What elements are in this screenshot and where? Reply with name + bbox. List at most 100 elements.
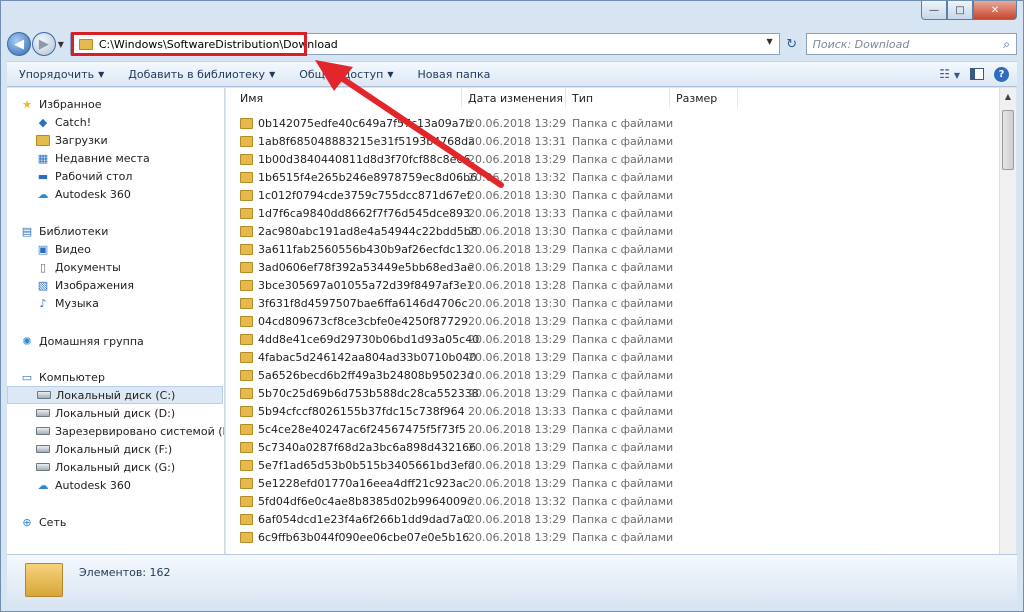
file-name-cell[interactable]: 4fabac5d246142aa804ad33b0710b040 [240, 348, 477, 366]
file-name-cell[interactable]: 1b6515f4e265b246e8978759ec8d06b6 [240, 168, 477, 186]
sidebar-item-recent[interactable]: ▦ Недавние места [35, 149, 150, 167]
sidebar-item-downloads[interactable]: Загрузки [35, 131, 108, 149]
recent-pages-dropdown[interactable]: ▼ [56, 40, 66, 49]
sidebar-item-catch[interactable]: ◆ Catch! [35, 113, 91, 131]
file-date: 20.06.2018 13:29 [468, 458, 567, 472]
table-row[interactable]: 1d7f6ca9840dd8662f7f76d545dce893 20.06.20… [226, 204, 996, 222]
table-row[interactable]: 1ab8f685048883215e31f5193b4768da 20.06.20… [226, 132, 996, 150]
table-row[interactable]: 5a6526becd6b2ff49a3b24808b95023d 20.06.20… [226, 366, 996, 384]
file-name-cell[interactable]: 5a6526becd6b2ff49a3b24808b95023d [240, 366, 474, 384]
sidebar-item-autodesk[interactable]: ☁ Autodesk 360 [35, 185, 131, 203]
table-row[interactable]: 4fabac5d246142aa804ad33b0710b040 20.06.20… [226, 348, 996, 366]
vertical-scrollbar[interactable]: ▲ [999, 88, 1016, 554]
maximize-button[interactable]: □ [947, 1, 973, 20]
share-button[interactable]: Общий доступ ▼ [287, 68, 405, 81]
table-row[interactable]: 5b70c25d69b6d753b588dc28ca552338 20.06.20… [226, 384, 996, 402]
sidebar-item-autodesk-computer[interactable]: ☁ Autodesk 360 [35, 476, 131, 494]
file-name-cell[interactable]: 5b94cfccf8026155b37fdc15c738f964 [240, 402, 465, 420]
help-icon[interactable]: ? [994, 66, 1009, 82]
file-name-cell[interactable]: 3ad0606ef78f392a53449e5bb68ed3ae [240, 258, 474, 276]
address-bar[interactable]: C:\Windows\SoftwareDistribution\Download… [69, 32, 780, 56]
sidebar-network[interactable]: ⊕ Сеть [19, 513, 66, 531]
organize-button[interactable]: Упорядочить ▼ [7, 68, 116, 81]
table-row[interactable]: 5e1228efd01770a16eea4dff21c923ac 20.06.20… [226, 474, 996, 492]
file-name-cell[interactable]: 3f631f8d4597507bae6ffa6146d4706c [240, 294, 468, 312]
column-header-type[interactable]: Тип [566, 88, 670, 108]
view-options-icon[interactable]: ☷ ▼ [939, 67, 960, 81]
minimize-button[interactable]: — [921, 1, 947, 20]
sidebar-favorites[interactable]: ★ Избранное [19, 95, 101, 113]
column-header-name[interactable]: Имя [234, 88, 462, 108]
file-name-cell[interactable]: 5b70c25d69b6d753b588dc28ca552338 [240, 384, 479, 402]
sidebar-computer[interactable]: ▭ Компьютер [19, 368, 105, 386]
column-header-size[interactable]: Размер [670, 88, 738, 108]
table-row[interactable]: 1b6515f4e265b246e8978759ec8d06b6 20.06.20… [226, 168, 996, 186]
file-name: 5e7f1ad65d53b0b515b3405661bd3efd [258, 458, 475, 472]
scroll-thumb[interactable] [1002, 110, 1014, 170]
sidebar-libraries[interactable]: ▤ Библиотеки [19, 222, 109, 240]
table-row[interactable]: 3ad0606ef78f392a53449e5bb68ed3ae 20.06.20… [226, 258, 996, 276]
file-name-cell[interactable]: 2ac980abc191ad8e4a54944c22bdd5b8 [240, 222, 478, 240]
file-name-cell[interactable]: 1b00d3840440811d8d3f70fcf88c8e06 [240, 150, 470, 168]
sidebar-item-drive-c[interactable]: Локальный диск (C:) [7, 386, 223, 404]
search-input[interactable]: Поиск: Download [813, 38, 910, 51]
file-name-cell[interactable]: 6af054dcd1e23f4a6f266b1dd9dad7a0 [240, 510, 470, 528]
table-row[interactable]: 3a611fab2560556b430b9af26ecfdc13 20.06.20… [226, 240, 996, 258]
file-name-cell[interactable]: 4dd8e41ce69d29730b06bd1d93a05c40 [240, 330, 479, 348]
table-row[interactable]: 5e7f1ad65d53b0b515b3405661bd3efd 20.06.20… [226, 456, 996, 474]
table-row[interactable]: 2ac980abc191ad8e4a54944c22bdd5b8 20.06.20… [226, 222, 996, 240]
sidebar-item-documents[interactable]: ▯ Документы [35, 258, 121, 276]
search-box[interactable]: Поиск: Download ⌕ [805, 33, 1017, 55]
sidebar-homegroup[interactable]: ✺ Домашняя группа [19, 332, 143, 350]
sidebar-item-drive-e[interactable]: Зарезервировано системой (E:) [35, 422, 224, 440]
new-folder-button[interactable]: Новая папка [405, 68, 502, 81]
file-name-cell[interactable]: 04cd809673cf8ce3cbfe0e4250f87729 [240, 312, 468, 330]
file-name-cell[interactable]: 3bce305697a01055a72d39f8497af3e1 [240, 276, 473, 294]
file-name-cell[interactable]: 5fd04df6e0c4ae8b8385d02b9964009c [240, 492, 473, 510]
file-name-cell[interactable]: 6c9ffb63b044f090ee06cbe07e0e5b16 [240, 528, 469, 546]
table-row[interactable]: 3f631f8d4597507bae6ffa6146d4706c 20.06.20… [226, 294, 996, 312]
file-name-cell[interactable]: 5e1228efd01770a16eea4dff21c923ac [240, 474, 469, 492]
table-row[interactable]: 6c9ffb63b044f090ee06cbe07e0e5b16 20.06.20… [226, 528, 996, 546]
address-highlight-box [70, 32, 307, 56]
sidebar-item-images[interactable]: ▧ Изображения [35, 276, 134, 294]
table-row[interactable]: 4dd8e41ce69d29730b06bd1d93a05c40 20.06.20… [226, 330, 996, 348]
refresh-icon[interactable]: ↻ [782, 33, 802, 55]
file-name-cell[interactable]: 1c012f0794cde3759c755dcc871d67ef [240, 186, 470, 204]
file-name-cell[interactable]: 3a611fab2560556b430b9af26ecfdc13 [240, 240, 470, 258]
table-row[interactable]: 04cd809673cf8ce3cbfe0e4250f87729 20.06.20… [226, 312, 996, 330]
search-icon[interactable]: ⌕ [1003, 37, 1010, 52]
column-header-date[interactable]: Дата изменения [462, 88, 566, 108]
add-to-library-button[interactable]: Добавить в библиотеку ▼ [116, 68, 287, 81]
table-row[interactable]: 0b142075edfe40c649a7f57c13a09a7b 20.06.20… [226, 114, 996, 132]
preview-pane-icon[interactable] [970, 68, 984, 80]
sidebar-item-music[interactable]: ♪ Музыка [35, 294, 98, 312]
close-button[interactable]: ✕ [973, 1, 1017, 20]
file-name-cell[interactable]: 1d7f6ca9840dd8662f7f76d545dce893 [240, 204, 470, 222]
table-row[interactable]: 5fd04df6e0c4ae8b8385d02b9964009c 20.06.20… [226, 492, 996, 510]
file-name-cell[interactable]: 1ab8f685048883215e31f5193b4768da [240, 132, 475, 150]
forward-button[interactable]: ▶ [31, 32, 56, 56]
file-name-cell[interactable]: 5e7f1ad65d53b0b515b3405661bd3efd [240, 456, 475, 474]
table-row[interactable]: 6af054dcd1e23f4a6f266b1dd9dad7a0 20.06.20… [226, 510, 996, 528]
chevron-down-icon[interactable]: ▼ [954, 71, 960, 80]
sidebar-item-desktop[interactable]: ▬ Рабочий стол [35, 167, 133, 185]
table-row[interactable]: 1b00d3840440811d8d3f70fcf88c8e06 20.06.20… [226, 150, 996, 168]
back-button[interactable]: ◀ [7, 32, 31, 56]
scroll-up-icon[interactable]: ▲ [1000, 88, 1016, 105]
address-dropdown-icon[interactable]: ▼ [767, 37, 773, 46]
sidebar-item-video[interactable]: ▣ Видео [35, 240, 91, 258]
file-name-cell[interactable]: 5c4ce28e40247ac6f24567475f5f73f5 [240, 420, 466, 438]
sidebar-item-drive-d[interactable]: Локальный диск (D:) [35, 404, 175, 422]
table-row[interactable]: 3bce305697a01055a72d39f8497af3e1 20.06.20… [226, 276, 996, 294]
table-row[interactable]: 1c012f0794cde3759c755dcc871d67ef 20.06.20… [226, 186, 996, 204]
file-name-cell[interactable]: 5c7340a0287f68d2a3bc6a898d432166 [240, 438, 476, 456]
command-bar: Упорядочить ▼ Добавить в библиотеку ▼ Об… [7, 61, 1017, 87]
file-name-cell[interactable]: 0b142075edfe40c649a7f57c13a09a7b [240, 114, 473, 132]
sidebar-item-drive-g[interactable]: Локальный диск (G:) [35, 458, 175, 476]
table-row[interactable]: 5b94cfccf8026155b37fdc15c738f964 20.06.20… [226, 402, 996, 420]
table-row[interactable]: 5c7340a0287f68d2a3bc6a898d432166 20.06.20… [226, 438, 996, 456]
sidebar-item-drive-f[interactable]: Локальный диск (F:) [35, 440, 172, 458]
images-icon: ▧ [37, 278, 49, 292]
table-row[interactable]: 5c4ce28e40247ac6f24567475f5f73f5 20.06.20… [226, 420, 996, 438]
